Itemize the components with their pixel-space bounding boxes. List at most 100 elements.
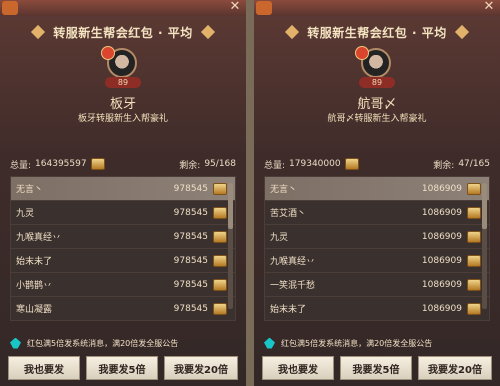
coin-icon bbox=[213, 302, 227, 315]
list-item[interactable]: 寒山凝露 978545 bbox=[11, 297, 235, 321]
diamond-icon bbox=[264, 337, 275, 349]
red-packet-panel-right: ✕ 转服新生帮会红包 · 平均 89 航哥〆 航哥〆转服新生入帮豪礼 总量: 1… bbox=[254, 0, 500, 386]
panel-title: 转服新生帮会红包 · 平均 bbox=[10, 22, 236, 42]
recipient-value-wrap: 1086909 bbox=[421, 230, 481, 243]
list-item[interactable]: 始末未了 978545 bbox=[11, 249, 235, 273]
recipient-name: 一笑泯千愁 bbox=[270, 281, 316, 291]
summary-row: 总量: 179340000 剩余: 47/165 bbox=[264, 155, 490, 173]
remaining-label: 剩余: bbox=[179, 160, 201, 171]
notice-text: 红包满5倍发系统消息，满20倍发全服公告 bbox=[281, 338, 433, 348]
close-icon[interactable]: ✕ bbox=[482, 0, 496, 14]
coin-icon bbox=[213, 206, 227, 219]
recipient-value-wrap: 1086909 bbox=[421, 206, 481, 219]
coin-icon bbox=[467, 254, 481, 267]
send-5x-button[interactable]: 我要发5倍 bbox=[340, 356, 412, 380]
title-right-ornament-icon bbox=[454, 24, 469, 40]
sender-name: 板牙 bbox=[109, 97, 136, 112]
sender-message: 板牙转服新生入帮豪礼 bbox=[77, 114, 168, 124]
corner-icon bbox=[2, 1, 18, 15]
recipient-value: 978545 bbox=[173, 183, 208, 194]
recipient-value-wrap: 978545 bbox=[173, 230, 227, 243]
send-5x-button[interactable]: 我要发5倍 bbox=[86, 356, 158, 380]
send-20x-button[interactable]: 我要发20倍 bbox=[164, 356, 238, 380]
send-20x-button[interactable]: 我要发20倍 bbox=[418, 356, 492, 380]
list-item[interactable]: 始末未了 1086909 bbox=[265, 297, 489, 321]
list-item[interactable]: 无言丶 1086909 bbox=[265, 177, 489, 201]
recipient-value-wrap: 978545 bbox=[173, 278, 227, 291]
list-item[interactable]: 无言丶 978545 bbox=[11, 177, 235, 201]
notice-text: 红包满5倍发系统消息，满20倍发全服公告 bbox=[27, 338, 179, 348]
notice-row: 红包满5倍发系统消息，满20倍发全服公告 bbox=[10, 336, 236, 350]
remaining-summary: 剩余: 95/168 bbox=[179, 158, 236, 171]
recipient-name: 小鹊鹊丷 bbox=[16, 281, 53, 291]
total-label: 总量: bbox=[10, 160, 32, 171]
scrollbar[interactable] bbox=[482, 183, 487, 309]
coin-icon bbox=[213, 230, 227, 243]
action-buttons: 我也要发 我要发5倍 我要发20倍 bbox=[262, 356, 492, 380]
remaining-value: 47/165 bbox=[458, 159, 490, 169]
coin-icon bbox=[213, 254, 227, 267]
recipient-name: 九喉真经丷 bbox=[270, 257, 316, 267]
send-button[interactable]: 我也要发 bbox=[8, 356, 80, 380]
remaining-label: 剩余: bbox=[433, 160, 455, 171]
recipient-name: 始末未了 bbox=[270, 305, 307, 315]
total-value: 164395597 bbox=[35, 159, 87, 169]
recipient-value-wrap: 1086909 bbox=[421, 254, 481, 267]
recipient-name: 无言丶 bbox=[270, 185, 298, 195]
recipient-list[interactable]: 无言丶 978545 九灵 978545 九喉真经丷 978545 始末未了 9… bbox=[10, 176, 236, 321]
corner-icon bbox=[256, 1, 272, 15]
list-item[interactable]: 一笑泯千愁 1086909 bbox=[265, 273, 489, 297]
title-right-ornament-icon bbox=[200, 24, 215, 40]
title-left-ornament-icon bbox=[31, 24, 46, 40]
diamond-icon bbox=[10, 337, 21, 349]
panel-title: 转服新生帮会红包 · 平均 bbox=[264, 22, 490, 42]
top-bar: ✕ bbox=[0, 0, 246, 16]
list-item[interactable]: 苦艾酒丶 1086909 bbox=[265, 201, 489, 225]
list-item[interactable]: 九灵 978545 bbox=[11, 201, 235, 225]
close-icon[interactable]: ✕ bbox=[228, 0, 242, 14]
list-item[interactable]: 九灵 1086909 bbox=[265, 225, 489, 249]
recipient-value: 1086909 bbox=[421, 255, 462, 266]
total-summary: 总量: 179340000 bbox=[264, 158, 359, 171]
scrollbar-thumb[interactable] bbox=[482, 183, 487, 229]
scrollbar-thumb[interactable] bbox=[228, 183, 233, 229]
summary-row: 总量: 164395597 剩余: 95/168 bbox=[10, 155, 236, 173]
send-button[interactable]: 我也要发 bbox=[262, 356, 334, 380]
coin-icon bbox=[344, 158, 359, 170]
recipient-list[interactable]: 无言丶 1086909 苦艾酒丶 1086909 九灵 1086909 九喉真经… bbox=[264, 176, 490, 321]
list-item[interactable]: 九喉真经丷 978545 bbox=[11, 225, 235, 249]
recipient-value: 978545 bbox=[173, 255, 208, 266]
total-summary: 总量: 164395597 bbox=[10, 158, 105, 171]
list-item[interactable]: 九喉真经丷 1086909 bbox=[265, 249, 489, 273]
level-badge: 89 bbox=[105, 77, 141, 88]
avatar: 89 bbox=[101, 46, 141, 88]
panel-title-text: 转服新生帮会红包 · 平均 bbox=[53, 25, 193, 40]
total-value: 179340000 bbox=[289, 159, 341, 169]
level-badge: 89 bbox=[359, 77, 395, 88]
recipient-value-wrap: 978545 bbox=[173, 182, 227, 195]
recipient-value: 1086909 bbox=[421, 231, 462, 242]
coin-icon bbox=[90, 158, 105, 170]
recipient-value: 978545 bbox=[173, 279, 208, 290]
recipient-value: 1086909 bbox=[421, 183, 462, 194]
recipient-value-wrap: 1086909 bbox=[421, 302, 481, 315]
recipient-value-wrap: 978545 bbox=[174, 206, 227, 219]
recipient-value: 1086909 bbox=[421, 303, 462, 314]
recipient-name: 九灵 bbox=[16, 209, 35, 219]
remaining-value: 95/168 bbox=[204, 159, 236, 169]
recipient-name: 九喉真经丷 bbox=[16, 233, 62, 243]
red-packet-panel-left: ✕ 转服新生帮会红包 · 平均 89 板牙 板牙转服新生入帮豪礼 总量: 164… bbox=[0, 0, 246, 386]
coin-icon bbox=[467, 230, 481, 243]
list-item[interactable]: 小鹊鹊丷 978545 bbox=[11, 273, 235, 297]
recipient-name: 寒山凝露 bbox=[16, 305, 53, 315]
coin-icon bbox=[467, 278, 481, 291]
sender-name: 航哥〆 bbox=[357, 97, 397, 112]
scrollbar[interactable] bbox=[228, 183, 233, 309]
total-label: 总量: bbox=[264, 160, 286, 171]
avatar-badge-icon bbox=[101, 46, 115, 60]
remaining-summary: 剩余: 47/165 bbox=[433, 158, 490, 171]
recipient-value: 978545 bbox=[173, 231, 208, 242]
coin-icon bbox=[467, 206, 481, 219]
recipient-value: 1086909 bbox=[421, 207, 462, 218]
recipient-name: 始末未了 bbox=[16, 257, 53, 267]
